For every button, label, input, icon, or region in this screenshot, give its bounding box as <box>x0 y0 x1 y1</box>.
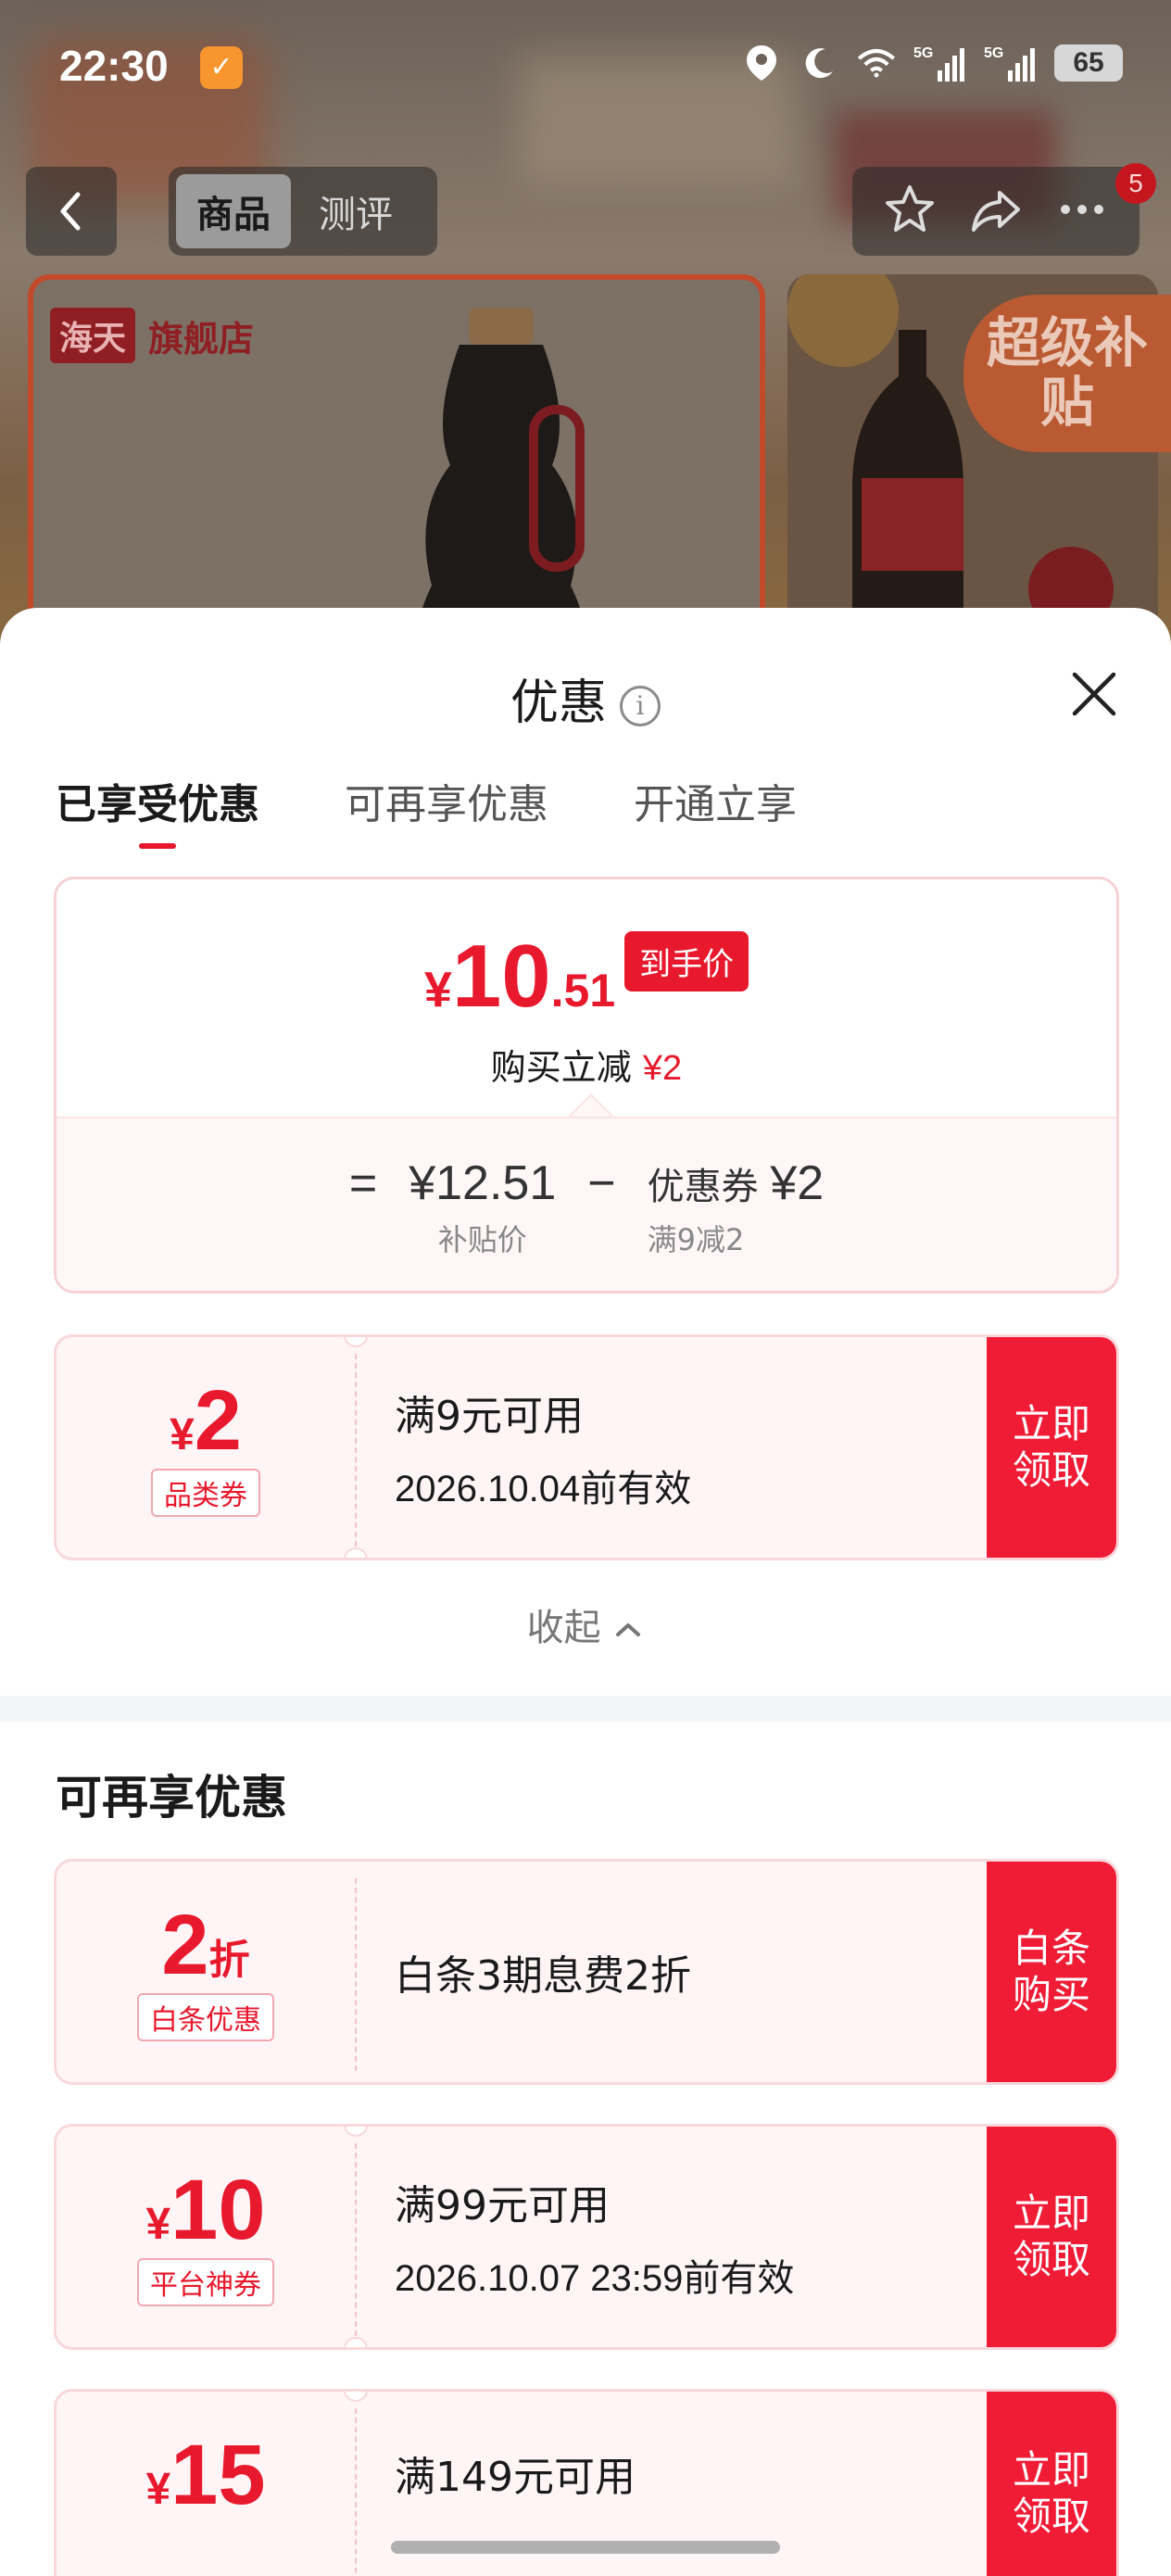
app-notification-icon: ✓ <box>200 46 243 89</box>
svg-text:5G: 5G <box>913 45 933 61</box>
location-icon <box>741 43 782 83</box>
subsidy-price-label: 补贴价 <box>437 1222 527 1257</box>
coupon-label: 优惠券 <box>647 1166 759 1208</box>
battery-indicator: 65 <box>1054 44 1123 82</box>
wifi-icon <box>856 43 897 83</box>
discount-tabs: 已享受优惠 可再享优惠 开通立享 <box>56 771 797 845</box>
more-icon[interactable] <box>1054 182 1110 241</box>
final-price-integer: 10 <box>451 927 551 1026</box>
final-price-tag: 到手价 <box>624 931 749 991</box>
super-subsidy-badge: 超级补贴 <box>963 295 1171 452</box>
offer-type-tag: 白条优惠 <box>137 1993 274 2041</box>
coupon-rule: 满9减2 <box>647 1222 745 1257</box>
chevron-up-icon <box>616 1623 641 1636</box>
price-breakdown-card: ¥10.51 到手价 购买立减 ¥2 = ¥12.51 补贴价 − 优惠券 ¥2 … <box>54 877 1119 1294</box>
offer-card: 2折 白条优惠 白条3期息费2折 白条购买 <box>54 1859 1119 2085</box>
claim-coupon-button[interactable]: 立即领取 <box>987 2127 1116 2347</box>
offer-condition: 白条3期息费2折 <box>395 1952 691 2000</box>
final-price-decimal: .51 <box>550 965 616 1017</box>
star-icon[interactable] <box>882 182 938 241</box>
price-formula: = ¥12.51 补贴价 − 优惠券 ¥2 满9减2 <box>57 1117 1116 1291</box>
store-label: 旗舰店 <box>148 318 255 360</box>
coupon-value: ¥2 <box>170 1373 242 1468</box>
collapse-label: 收起 <box>526 1607 601 1649</box>
offer-value: ¥15 <box>145 2428 266 2522</box>
signal-5g-icon: 5G <box>984 43 1038 83</box>
subsidy-price: ¥12.51 <box>409 1156 557 1210</box>
coupon-type-tag: 品类券 <box>151 1469 260 1517</box>
baitiao-buy-button[interactable]: 白条购买 <box>987 1862 1116 2082</box>
sheet-header: 优惠 i <box>0 663 1171 733</box>
brand-name: 海天 <box>50 308 136 363</box>
tab-more-discounts[interactable]: 可再享优惠 <box>345 771 548 845</box>
instant-discount-line: 购买立减 ¥2 <box>57 1039 1116 1090</box>
collapse-button[interactable]: 收起 <box>0 1597 1171 1651</box>
instant-discount-label: 购买立减 <box>490 1047 632 1088</box>
tab-product[interactable]: 商品 <box>176 174 291 248</box>
tab-activate-discounts[interactable]: 开通立享 <box>634 771 797 845</box>
more-offers-title: 可再享优惠 <box>56 1771 287 1825</box>
discount-bottom-sheet: 优惠 i 已享受优惠 可再享优惠 开通立享 ¥10.51 到手价 购买立减 ¥2 =… <box>0 608 1171 2576</box>
coupon-card: ¥2 品类券 满9元可用 2026.10.04前有效 立即领取 <box>54 1334 1119 1560</box>
currency-symbol: ¥ <box>423 962 452 1017</box>
sheet-title: 优惠 <box>510 676 607 731</box>
tab-review[interactable]: 测评 <box>298 174 413 248</box>
signal-5g-icon: 5G <box>913 43 967 83</box>
offer-type-tag: 平台神券 <box>137 2258 274 2306</box>
brand-logo: 海天 旗舰店 <box>50 308 254 363</box>
claim-coupon-button[interactable]: 立即领取 <box>987 2392 1116 2576</box>
moon-icon <box>799 43 839 83</box>
offer-value: ¥10 <box>145 2163 266 2257</box>
offer-condition: 满149元可用 <box>395 2454 636 2501</box>
close-button[interactable] <box>1065 665 1123 723</box>
equals-sign: = <box>348 1156 378 1210</box>
offer-value: 2折 <box>161 1898 250 1992</box>
product-main-image[interactable]: 海天 旗舰店 <box>28 274 765 649</box>
status-bar: 22:30 ✓ 5G 5G 65 <box>0 0 1171 139</box>
coupon-amount: ¥2 <box>770 1156 825 1210</box>
close-icon <box>1072 672 1116 716</box>
coupon-condition: 满9元可用 <box>395 1393 584 1440</box>
back-button[interactable] <box>26 167 117 256</box>
share-icon[interactable] <box>968 182 1024 241</box>
chevron-left-icon <box>60 192 81 231</box>
svg-text:5G: 5G <box>984 45 1003 61</box>
claim-coupon-button[interactable]: 立即领取 <box>987 1337 1116 1558</box>
offer-validity: 2026.10.07 23:59前有效 <box>395 2258 795 2299</box>
instant-discount-value: ¥2 <box>642 1049 683 1088</box>
offer-card: ¥10 平台神券 满99元可用 2026.10.07 23:59前有效 立即领取 <box>54 2124 1119 2350</box>
offer-condition: 满99元可用 <box>395 2182 610 2229</box>
minus-sign: − <box>587 1156 616 1210</box>
tab-enjoyed-discounts[interactable]: 已享受优惠 <box>56 771 259 845</box>
soy-sauce-bottle-image <box>415 308 587 649</box>
coupon-validity: 2026.10.04前有效 <box>395 1469 692 1509</box>
status-time: 22:30 <box>59 42 169 90</box>
info-icon[interactable]: i <box>620 686 661 726</box>
final-price: ¥10.51 到手价 <box>57 926 1116 1028</box>
nav-action-group <box>852 167 1140 256</box>
home-indicator[interactable] <box>391 2541 780 2554</box>
product-nav-tabs: 商品 测评 <box>169 167 437 256</box>
status-icons: 5G 5G 65 <box>741 43 1123 83</box>
cart-count-badge: 5 <box>1115 163 1156 204</box>
